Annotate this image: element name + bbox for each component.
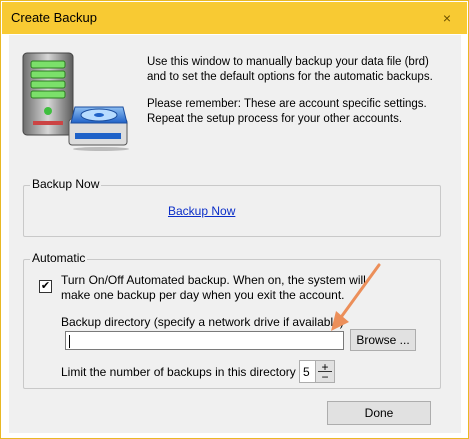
title-bar: Create Backup ×	[2, 2, 467, 34]
done-button[interactable]: Done	[327, 401, 431, 425]
close-button[interactable]: ×	[439, 10, 455, 26]
window-title: Create Backup	[11, 10, 97, 25]
annotation-arrow-icon	[331, 263, 381, 331]
dialog-body: Use this window to manually backup your …	[9, 35, 461, 433]
done-button-label: Done	[364, 406, 394, 420]
create-backup-window: Create Backup × Use this window to manua…	[0, 0, 469, 439]
